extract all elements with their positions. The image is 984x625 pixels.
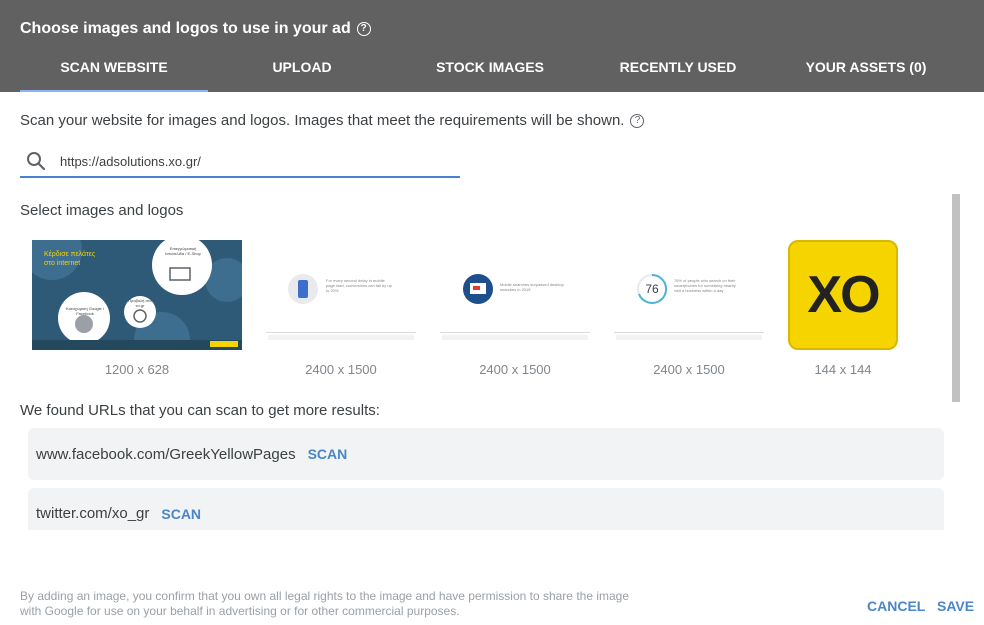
percent-badge: 76: [645, 282, 659, 296]
image-dimensions: 2400 x 1500: [479, 362, 551, 377]
scan-button[interactable]: SCAN: [308, 446, 348, 462]
tab-label: YOUR ASSETS (0): [805, 59, 927, 75]
save-button[interactable]: SAVE: [937, 598, 974, 614]
infographic-image: [266, 274, 416, 340]
tab-your-assets[interactable]: YOUR ASSETS (0): [772, 50, 960, 92]
logo-thumbnail[interactable]: XO: [788, 240, 898, 350]
search-icon: [27, 152, 46, 171]
tab-label: UPLOAD: [272, 59, 332, 75]
tab-label: SCAN WEBSITE: [60, 59, 168, 75]
image-dimensions: 1200 x 628: [104, 362, 170, 377]
scan-button[interactable]: SCAN: [161, 506, 201, 522]
url-input[interactable]: [60, 149, 450, 173]
url-text: www.facebook.com/GreekYellowPages: [36, 445, 296, 463]
title-row: Choose images and logos to use in your a…: [20, 20, 371, 38]
logo-text: XO: [807, 266, 880, 324]
image-caption: For every second delay in mobile page lo…: [326, 278, 392, 293]
banner-bubble-text: Επαγγελματική Ιστοσελίδα / E-Shop: [165, 246, 201, 256]
image-dimensions: 144 x 144: [814, 362, 872, 377]
legal-disclaimer: By adding an image, you confirm that you…: [20, 589, 630, 618]
image-dimensions: 2400 x 1500: [305, 362, 377, 377]
tab-recently-used[interactable]: RECENTLY USED: [584, 50, 772, 92]
dialog-title: Choose images and logos to use in your a…: [20, 20, 351, 37]
tab-stock-images[interactable]: STOCK IMAGES: [396, 50, 584, 92]
image-caption: 76% of people who search on their smartp…: [674, 278, 736, 293]
infographic-image: [614, 273, 764, 340]
scrollbar[interactable]: [952, 194, 960, 402]
scan-description-row: Scan your website for images and logos. …: [20, 112, 645, 129]
tab-scan-website[interactable]: SCAN WEBSITE: [20, 50, 208, 92]
tab-bar: SCAN WEBSITE UPLOAD STOCK IMAGES RECENTL…: [20, 50, 960, 92]
image-dimensions: 2400 x 1500: [653, 362, 725, 377]
banner-title: Κέρδισε πελάτες στο internet: [44, 251, 96, 267]
image-thumbnail[interactable]: Κέρδισε πελάτες στο internet Καταχώριση …: [32, 240, 242, 350]
tab-label: STOCK IMAGES: [436, 59, 544, 75]
dialog-header: Choose images and logos to use in your a…: [0, 0, 984, 92]
select-images-label: Select images and logos: [20, 202, 184, 219]
tab-label: RECENTLY USED: [619, 59, 737, 75]
url-list-item: www.facebook.com/GreekYellowPages SCAN: [28, 428, 944, 480]
banner-bubble-text: Προβολή στο xo.gr: [128, 298, 152, 308]
image-caption: Mobile searches surpassed desktop search…: [500, 282, 564, 292]
url-list-item: twitter.com/xo_gr SCAN: [28, 488, 944, 530]
url-search-box: [20, 146, 460, 178]
cancel-button[interactable]: CANCEL: [867, 598, 925, 614]
found-urls-label: We found URLs that you can scan to get m…: [20, 402, 380, 419]
image-thumbnail[interactable]: For every second delay in mobile page lo…: [266, 258, 416, 342]
infographic-image: [440, 274, 590, 340]
tab-upload[interactable]: UPLOAD: [208, 50, 396, 92]
scan-description: Scan your website for images and logos. …: [20, 112, 625, 129]
help-icon[interactable]: ?: [356, 22, 371, 36]
image-thumbnail[interactable]: 76 76% of people who search on their sma…: [614, 258, 764, 342]
banner-bubble-text: Καταχώριση Google / Facebook: [66, 306, 104, 316]
url-text: twitter.com/xo_gr: [36, 505, 150, 522]
image-thumbnail[interactable]: Mobile searches surpassed desktop search…: [440, 258, 590, 342]
help-icon[interactable]: ?: [630, 113, 645, 128]
